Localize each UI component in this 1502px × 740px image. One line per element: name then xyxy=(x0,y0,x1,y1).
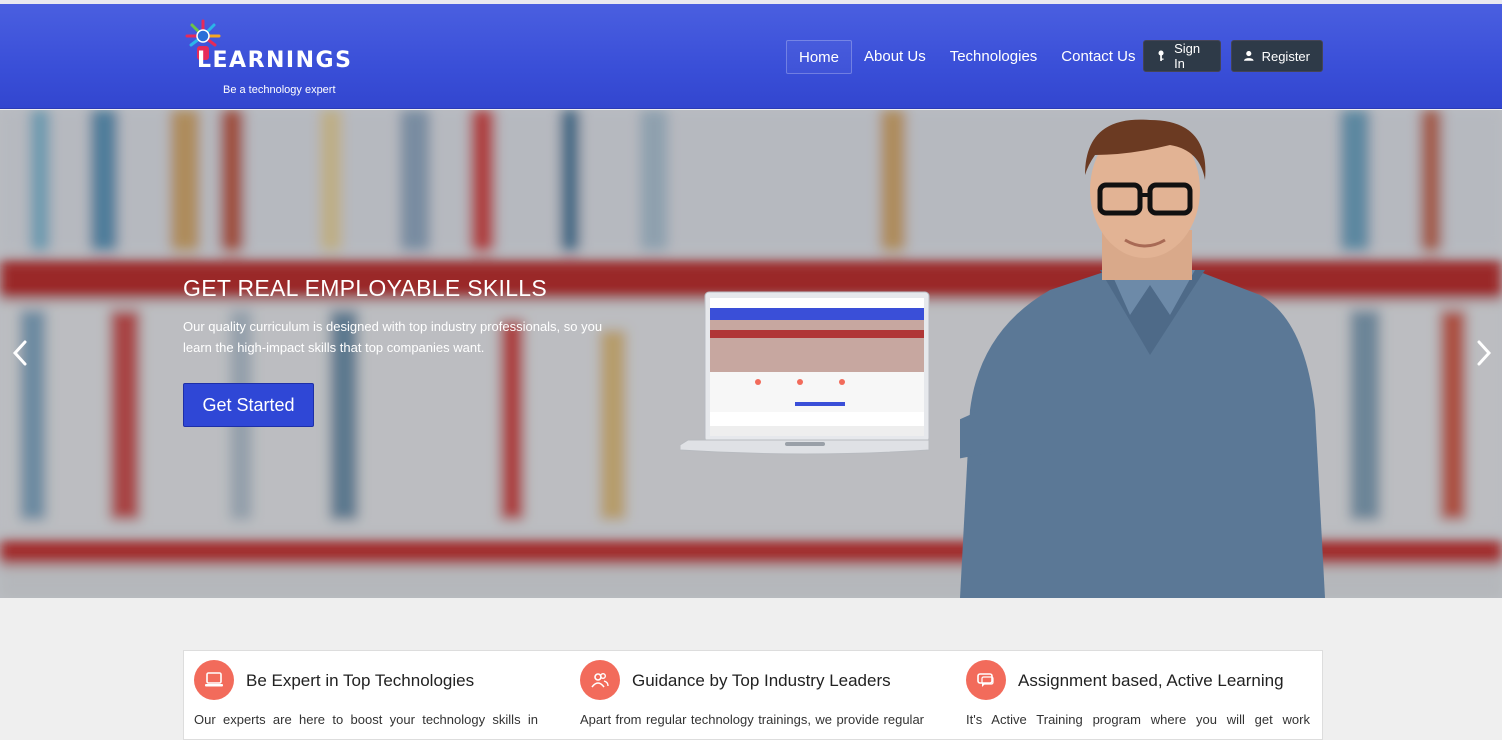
sign-in-button[interactable]: Sign In xyxy=(1143,40,1221,72)
feature-text: Apart from regular technology trainings,… xyxy=(580,712,924,727)
hero-title: GET REAL EMPLOYABLE SKILLS xyxy=(183,275,548,301)
users-icon xyxy=(580,660,620,700)
register-label: Register xyxy=(1261,48,1310,64)
brand-logo[interactable]: LEARNINGS Be a technology expert xyxy=(183,18,353,98)
hero-description: Our quality curriculum is designed with … xyxy=(183,319,603,355)
navbar: LEARNINGS Be a technology expert Home Ab… xyxy=(0,4,1502,109)
hero-carousel: GET REAL EMPLOYABLE SKILLS Our quality c… xyxy=(0,110,1502,598)
carousel-next-icon[interactable] xyxy=(1472,338,1496,368)
register-button[interactable]: Register xyxy=(1231,40,1323,72)
laptop-icon xyxy=(194,660,234,700)
nav-home[interactable]: Home xyxy=(786,40,853,74)
user-icon xyxy=(1244,51,1254,61)
feature-text: It's Active Training program where you w… xyxy=(966,712,1310,727)
nav-technologies[interactable]: Technologies xyxy=(938,40,1050,74)
nav-contact-us[interactable]: Contact Us xyxy=(1049,40,1147,74)
key-icon xyxy=(1158,50,1164,62)
feature-title: Guidance by Top Industry Leaders xyxy=(632,671,891,690)
nav-about-us[interactable]: About Us xyxy=(852,40,938,74)
features-section: Be Expert in Top Technologies Our expert… xyxy=(183,650,1323,740)
chat-icon xyxy=(966,660,1006,700)
feature-text: Our experts are here to boost your techn… xyxy=(194,712,538,727)
hero-person-illustration xyxy=(960,119,1325,598)
feature-title: Be Expert in Top Technologies xyxy=(246,671,475,690)
brand-name: LEARNINGS xyxy=(197,48,353,73)
brand-tagline: Be a technology expert xyxy=(223,84,336,96)
laptop-illustration xyxy=(680,291,930,455)
carousel-prev-icon[interactable] xyxy=(8,338,32,368)
sign-in-label: Sign In xyxy=(1174,41,1201,71)
main-nav: Home About Us Technologies Contact Us xyxy=(786,40,1147,74)
get-started-button[interactable]: Get Started xyxy=(183,383,314,427)
feature-title: Assignment based, Active Learning xyxy=(1018,671,1284,690)
